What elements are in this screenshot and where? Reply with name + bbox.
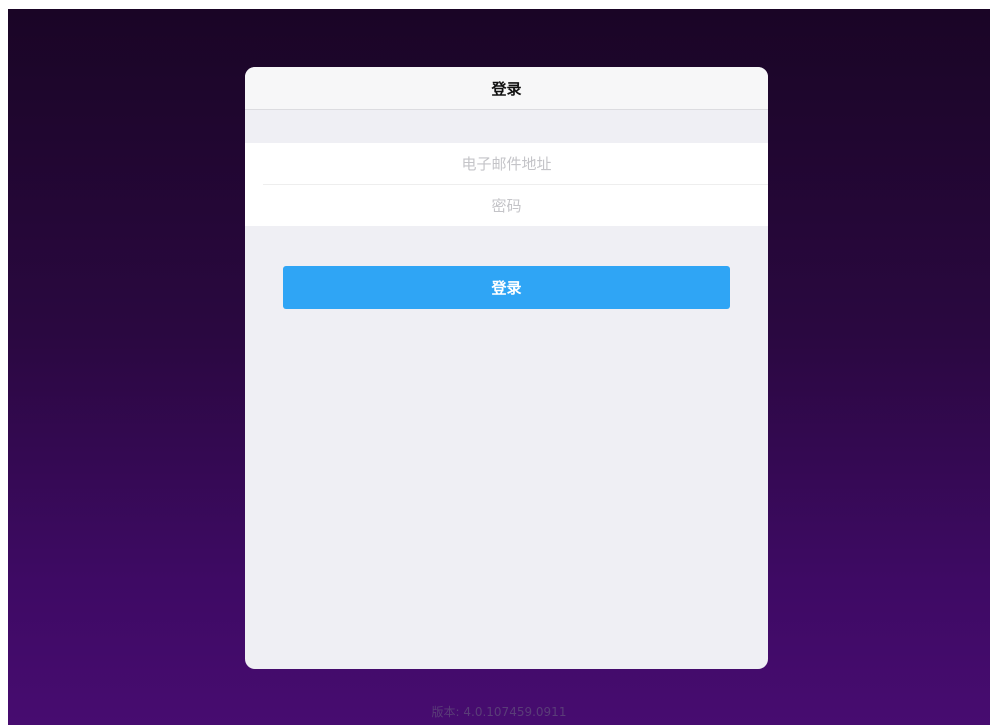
login-form-fields xyxy=(245,143,768,226)
password-field-row xyxy=(263,184,768,226)
dialog-title: 登录 xyxy=(491,79,522,98)
login-button[interactable]: 登录 xyxy=(283,266,730,309)
login-screen: 登录 登录 版本: 4.0.107459.0911 xyxy=(8,9,990,725)
email-field-row xyxy=(245,143,768,184)
password-field[interactable] xyxy=(263,195,750,216)
login-dialog: 登录 登录 xyxy=(245,67,768,669)
version-label: 版本: 4.0.107459.0911 xyxy=(431,705,567,719)
dialog-header: 登录 xyxy=(245,67,768,110)
email-field[interactable] xyxy=(245,153,768,174)
